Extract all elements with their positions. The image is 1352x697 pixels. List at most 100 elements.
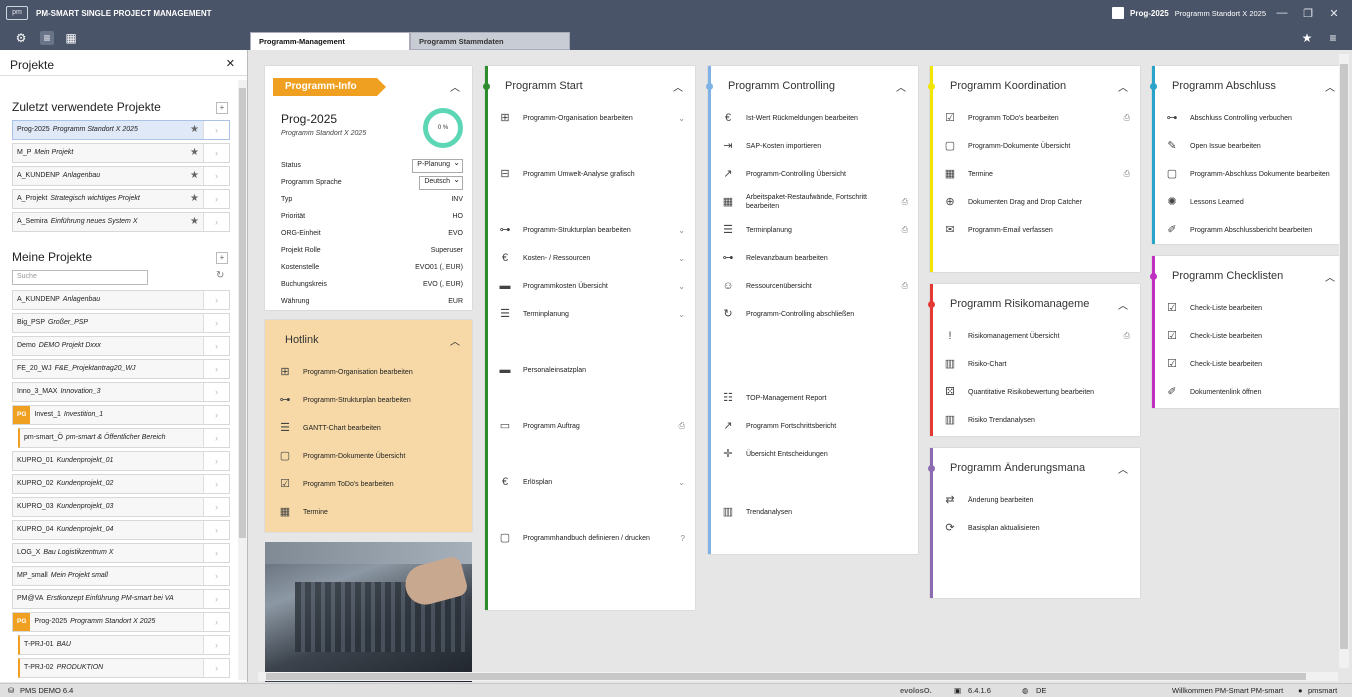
project-row[interactable]: T-PRJ-01 BAU › — [18, 635, 230, 655]
panel-menu-item[interactable]: ☰ Terminplanung ⌄ — [497, 306, 685, 322]
expand-chevron-icon[interactable]: ⌄ — [678, 478, 685, 487]
project-row[interactable]: Prog-2025 Programm Standort X 2025 ★ › — [12, 120, 230, 140]
panel-menu-item[interactable]: ✐ Programm Abschlussbericht bearbeiten — [1164, 222, 1337, 238]
project-row[interactable]: Inno_3_MAX Innovation_3 › — [12, 382, 230, 402]
project-row[interactable]: Big_PSP Großer_PSP › — [12, 313, 230, 333]
panel-menu-item[interactable]: € Kosten- / Ressourcen ⌄ — [497, 250, 685, 266]
collapse-program-info-icon[interactable]: ︿ — [450, 79, 460, 94]
hotlink-item[interactable]: ▦ Termine — [277, 504, 462, 520]
print-icon[interactable]: ⎙ — [902, 197, 908, 207]
collapse-panel-icon[interactable]: ≡ — [1326, 31, 1340, 45]
language-icon[interactable]: ◍ — [1022, 684, 1029, 697]
panel-menu-item[interactable]: ✐ Dokumentenlink öffnen — [1164, 384, 1337, 400]
main-horizontal-scrollbar[interactable] — [258, 672, 1338, 681]
print-icon[interactable]: ⎙ — [902, 225, 908, 235]
panel-menu-item[interactable]: ☑ Check-Liste bearbeiten — [1164, 328, 1337, 344]
panel-menu-item[interactable]: ! Risikomanagement Übersicht ⎙ — [942, 328, 1130, 344]
info-field-select[interactable]: P-Planung — [412, 158, 463, 173]
open-project-chevron-icon[interactable]: › — [203, 613, 229, 631]
open-project-chevron-icon[interactable]: › — [203, 544, 229, 562]
close-window-icon[interactable]: ✕ — [1324, 7, 1344, 20]
open-project-chevron-icon[interactable]: › — [203, 659, 229, 677]
project-row[interactable]: LOG_X Bau Logistikzentrum X › — [12, 543, 230, 563]
expand-chevron-icon[interactable]: ⌄ — [678, 254, 685, 263]
panel-menu-item[interactable]: ▥ Risiko-Chart — [942, 356, 1130, 372]
hotlink-item[interactable]: ☰ GANTT-Chart bearbeiten — [277, 420, 462, 436]
project-row[interactable]: Demo DEMO Projekt Dxxx › — [12, 336, 230, 356]
tab-programm-stammdaten[interactable]: Programm Stammdaten — [410, 32, 570, 50]
hotlink-item[interactable]: ⊶ Programm-Strukturplan bearbeiten — [277, 392, 462, 408]
panel-menu-item[interactable]: ☑ Check-Liste bearbeiten — [1164, 300, 1337, 316]
open-project-chevron-icon[interactable]: › — [203, 429, 229, 447]
project-row[interactable]: pm-smart_Ö pm-smart & Öffentlicher Bereic… — [18, 428, 230, 448]
open-project-chevron-icon[interactable]: › — [203, 636, 229, 654]
open-project-chevron-icon[interactable]: › — [203, 521, 229, 539]
open-project-chevron-icon[interactable]: › — [203, 314, 229, 332]
open-project-chevron-icon[interactable]: › — [203, 337, 229, 355]
panel-menu-item[interactable]: ⊟ Programm Umwelt-Analyse grafisch — [497, 166, 685, 182]
panel-menu-item[interactable]: ☰ Terminplanung ⎙ — [720, 222, 908, 238]
expand-chevron-icon[interactable]: ⌄ — [678, 282, 685, 291]
panel-menu-item[interactable]: ⊕ Dokumenten Drag and Drop Catcher — [942, 194, 1130, 210]
open-project-chevron-icon[interactable]: › — [203, 590, 229, 608]
restore-icon[interactable]: ❐ — [1298, 7, 1318, 20]
project-row[interactable]: PG Invest_1 Investition_1 › — [12, 405, 230, 425]
panel-menu-item[interactable]: ✎ Open Issue bearbeiten — [1164, 138, 1337, 154]
project-row[interactable]: A_KUNDENP Anlagenbau › — [12, 290, 230, 310]
panel-menu-item[interactable]: ✛ Übersicht Entscheidungen — [720, 446, 908, 462]
project-row[interactable]: T-PRJ-02 PRODUKTION › — [18, 658, 230, 678]
hotlink-item[interactable]: ☑ Programm ToDo's bearbeiten — [277, 476, 462, 492]
favorite-star-icon[interactable]: ★ — [190, 167, 199, 185]
open-project-chevron-icon[interactable]: › — [203, 291, 229, 309]
favorite-star-icon[interactable]: ★ — [190, 144, 199, 162]
open-project-chevron-icon[interactable]: › — [203, 121, 229, 139]
panel-menu-item[interactable]: ↗ Programm Fortschrittsbericht — [720, 418, 908, 434]
collapse-panel-icon[interactable]: ︿ — [1118, 297, 1128, 312]
project-row[interactable]: KUPRO_03 Kundenprojekt_03 › — [12, 497, 230, 517]
panel-menu-item[interactable]: ▢ Programm-Dokumente Übersicht — [942, 138, 1130, 154]
open-project-chevron-icon[interactable]: › — [203, 213, 229, 231]
project-row[interactable]: MP_small Mein Projekt small › — [12, 566, 230, 586]
panel-menu-item[interactable]: ☺ Ressourcenübersicht ⎙ — [720, 278, 908, 294]
panel-menu-item[interactable]: ▥ Trendanalysen — [720, 504, 908, 520]
collapse-panel-icon[interactable]: ︿ — [673, 79, 683, 94]
expand-chevron-icon[interactable]: ⌄ — [678, 226, 685, 235]
grid-view-icon[interactable]: ▦ — [64, 31, 78, 45]
project-row[interactable]: A_Semira Einführung neues System X ★ › — [12, 212, 230, 232]
project-search-input[interactable]: Suche — [12, 270, 148, 285]
collapse-panel-icon[interactable]: ︿ — [1118, 461, 1128, 476]
hotlink-item[interactable]: ▢ Programm-Dokumente Übersicht — [277, 448, 462, 464]
favorite-star-icon[interactable]: ★ — [190, 190, 199, 208]
open-project-chevron-icon[interactable]: › — [203, 360, 229, 378]
project-row[interactable]: FE_20_WJ F&E_Projektantrag20_WJ › — [12, 359, 230, 379]
tab-programm-management[interactable]: Programm-Management — [250, 32, 410, 50]
print-icon[interactable]: ⎙ — [679, 421, 685, 431]
panel-menu-item[interactable]: ⊶ Abschluss Controlling verbuchen — [1164, 110, 1337, 126]
panel-menu-item[interactable]: ☷ TOP-Management Report — [720, 390, 908, 406]
print-icon[interactable]: ⎙ — [1124, 331, 1130, 341]
panel-menu-item[interactable]: ⊶ Programm-Strukturplan bearbeiten ⌄ — [497, 222, 686, 238]
collapse-panel-icon[interactable]: ︿ — [896, 79, 906, 94]
panel-menu-item[interactable]: ▭ Programm Auftrag ⎙ — [497, 418, 685, 434]
panel-menu-item[interactable]: ✺ Lessons Learned — [1164, 194, 1337, 210]
open-project-chevron-icon[interactable]: › — [203, 144, 229, 162]
project-row[interactable]: M_P Mein Projekt ★ › — [12, 143, 230, 163]
panel-menu-item[interactable]: ☑ Programm ToDo's bearbeiten ⎙ — [942, 110, 1130, 126]
panel-menu-item[interactable]: ▢ Programmhandbuch definieren / drucken? — [497, 530, 685, 546]
add-project-button[interactable]: + — [216, 252, 228, 264]
panel-menu-item[interactable]: ▢ Programm-Abschluss Dokumente bearbeiten — [1164, 166, 1337, 182]
panel-menu-item[interactable]: ↻ Programm-Controlling abschließen — [720, 306, 908, 322]
refresh-icon[interactable]: ↻ — [216, 270, 224, 281]
close-sidebar-icon[interactable]: ✕ — [226, 57, 235, 70]
main-vertical-scrollbar[interactable] — [1339, 54, 1349, 668]
minimize-icon[interactable]: — — [1272, 7, 1292, 19]
project-row[interactable]: PG Prog-2025 Programm Standort X 2025 › — [12, 612, 230, 632]
panel-menu-item[interactable]: € Erlösplan ⌄ — [497, 474, 685, 490]
sidebar-scrollbar[interactable] — [238, 80, 247, 680]
open-project-chevron-icon[interactable]: › — [203, 167, 229, 185]
open-project-chevron-icon[interactable]: › — [203, 498, 229, 516]
info-field-select[interactable]: Deutsch — [419, 175, 463, 190]
panel-menu-item[interactable]: ▦ Arbeitspaket-Restaufwände, Fortschritt … — [720, 194, 908, 210]
add-recent-button[interactable]: + — [216, 102, 228, 114]
panel-menu-item[interactable]: ▬ Programmkosten Übersicht ⌄ — [497, 278, 686, 294]
